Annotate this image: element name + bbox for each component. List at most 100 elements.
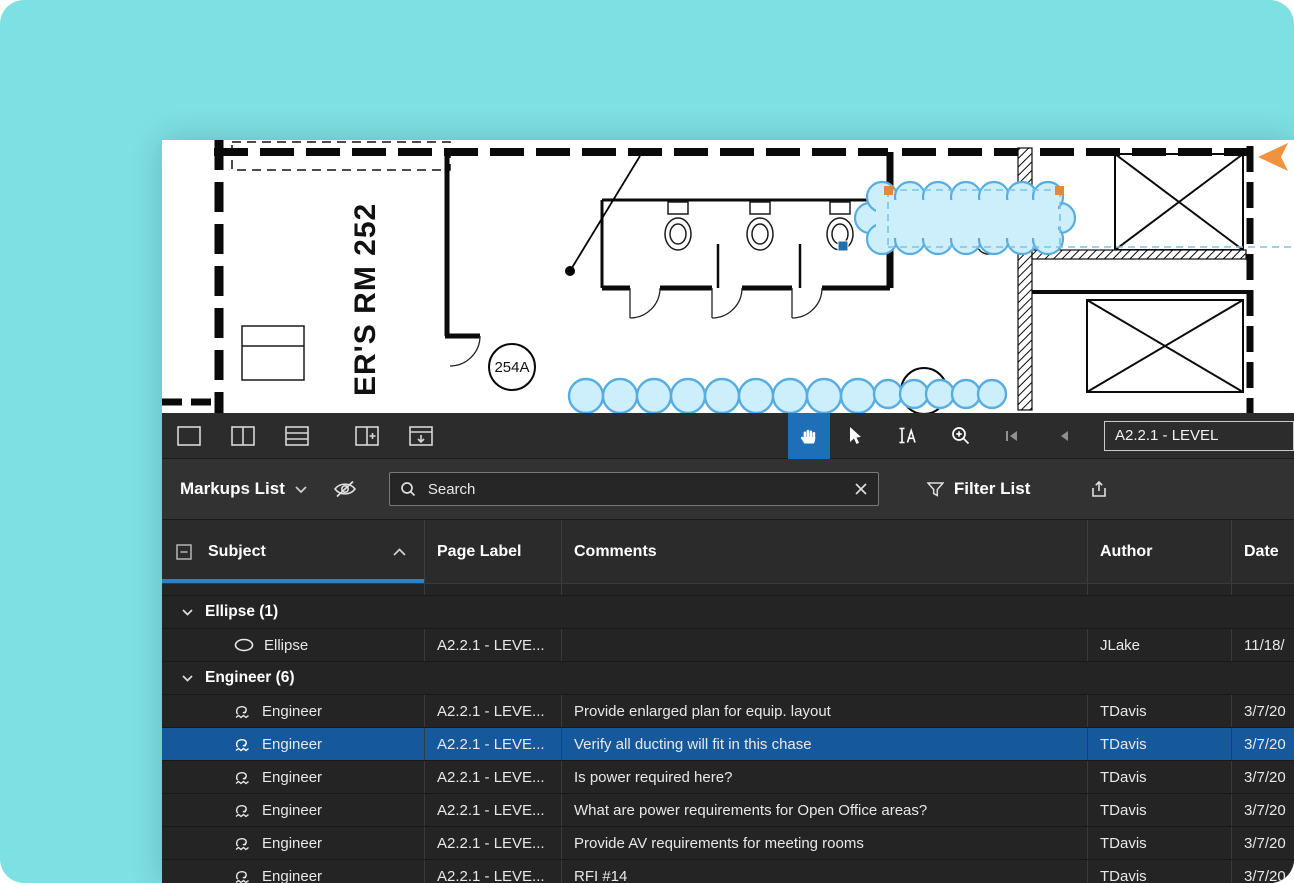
markups-list-title[interactable]: Markups List [180, 479, 285, 499]
author-cell: TDavis [1088, 695, 1232, 727]
column-header-comments[interactable]: Comments [562, 520, 1088, 583]
view-toolbar: A2.2.1 - LEVEL [162, 413, 1294, 459]
partial-scrolled-row [162, 584, 1294, 596]
subject-cell: Engineer [262, 736, 322, 753]
door-tag-text: 254A [494, 359, 529, 376]
first-page-icon[interactable] [986, 413, 1038, 459]
select-text-icon[interactable] [882, 413, 934, 459]
subject-cell: Ellipse [264, 637, 308, 654]
page-label-dropdown[interactable]: A2.2.1 - LEVEL [1104, 421, 1294, 451]
subject-cell: Engineer [262, 703, 322, 720]
column-label: Comments [574, 543, 657, 561]
page-label-cell: A2.2.1 - LEVE... [425, 827, 562, 859]
select-cursor-icon[interactable] [830, 413, 882, 459]
page-label-cell: A2.2.1 - LEVE... [425, 629, 562, 661]
page-label-cell: A2.2.1 - LEVE... [425, 794, 562, 826]
author-cell: TDavis [1088, 827, 1232, 859]
engineer-callout-icon [234, 770, 252, 785]
subject-cell: Engineer [262, 769, 322, 786]
split-horizontal-icon[interactable] [284, 425, 310, 447]
column-label: Page Label [437, 543, 521, 561]
date-cell: 3/7/20 [1232, 695, 1294, 727]
previous-page-icon[interactable] [1038, 413, 1090, 459]
comment-cell: Is power required here? [562, 761, 1088, 793]
date-cell: 3/7/20 [1232, 860, 1294, 883]
engineer-callout-icon [234, 803, 252, 818]
screenshot-canvas: ER'S RM 252 254A [0, 0, 1294, 883]
chevron-down-icon[interactable] [182, 609, 193, 616]
markups-table-header: Subject Page Label Comments Author Date [162, 520, 1294, 584]
engineer-callout-icon [234, 836, 252, 851]
markup-row[interactable]: Ellipse A2.2.1 - LEVE... JLake 11/18/ [162, 629, 1294, 662]
author-cell: JLake [1088, 629, 1232, 661]
date-cell: 3/7/20 [1232, 761, 1294, 793]
date-cell: 11/18/ [1232, 629, 1294, 661]
single-view-icon[interactable] [176, 425, 202, 447]
page-label-text: A2.2.1 - LEVEL [1115, 427, 1218, 444]
collapse-all-checkbox[interactable] [176, 544, 192, 560]
engineer-callout-icon [234, 869, 252, 883]
selection-handle-left[interactable] [884, 186, 893, 195]
column-header-page-label[interactable]: Page Label [425, 520, 562, 583]
column-header-subject[interactable]: Subject [162, 520, 425, 583]
subject-cell: Engineer [262, 835, 322, 852]
date-cell: 3/7/20 [1232, 794, 1294, 826]
search-input[interactable] [426, 480, 854, 499]
plan-background [162, 140, 1294, 413]
page-label-cell: A2.2.1 - LEVE... [425, 728, 562, 760]
markup-row[interactable]: Engineer A2.2.1 - LEVE... Provide enlarg… [162, 695, 1294, 728]
engineer-callout-icon [234, 704, 252, 719]
chevron-down-icon[interactable] [182, 675, 193, 682]
new-split-view-icon[interactable] [354, 425, 380, 447]
column-label: Author [1100, 543, 1152, 561]
floorplan-viewport[interactable]: ER'S RM 252 254A [162, 140, 1294, 413]
export-share-icon[interactable] [1090, 480, 1108, 498]
detach-view-icon[interactable] [408, 425, 434, 447]
search-box [389, 472, 879, 506]
markup-row[interactable]: Engineer A2.2.1 - LEVE... Is power requi… [162, 761, 1294, 794]
split-vertical-icon[interactable] [230, 425, 256, 447]
door-tag-bubble: 254A [489, 344, 535, 390]
filter-list-button[interactable]: Filter List [927, 479, 1031, 499]
sorted-column-underline [162, 579, 424, 583]
markup-row-selected[interactable]: Engineer A2.2.1 - LEVE... Verify all duc… [162, 728, 1294, 761]
author-cell: TDavis [1088, 728, 1232, 760]
page-label-cell: A2.2.1 - LEVE... [425, 860, 562, 883]
column-label: Date [1244, 543, 1279, 561]
search-icon [400, 481, 416, 497]
room-label: ER'S RM 252 [349, 203, 382, 396]
comment-cell: Verify all ducting will fit in this chas… [562, 728, 1088, 760]
sort-ascending-icon[interactable] [393, 548, 406, 556]
column-header-author[interactable]: Author [1088, 520, 1232, 583]
selection-handle-right[interactable] [1055, 186, 1064, 195]
group-row-ellipse[interactable]: Ellipse (1) [162, 596, 1294, 629]
markup-row[interactable]: Engineer A2.2.1 - LEVE... What are power… [162, 794, 1294, 827]
filter-funnel-icon [927, 482, 944, 497]
group-label: Ellipse (1) [205, 603, 278, 621]
subject-cell: Engineer [262, 868, 322, 883]
clear-search-x-icon[interactable] [854, 482, 868, 496]
comment-cell [562, 629, 1088, 661]
hide-markups-eye-slash-icon[interactable] [333, 480, 357, 498]
comment-cell: RFI #14 [562, 860, 1088, 883]
column-label: Subject [208, 543, 266, 561]
comment-cell: Provide enlarged plan for equip. layout [562, 695, 1088, 727]
comment-cell: What are power requirements for Open Off… [562, 794, 1088, 826]
date-cell: 3/7/20 [1232, 827, 1294, 859]
ellipse-markup-icon [234, 638, 254, 652]
subject-cell: Engineer [262, 802, 322, 819]
chevron-down-icon[interactable] [295, 486, 307, 493]
floorplan-canvas[interactable]: ER'S RM 252 254A [162, 140, 1294, 413]
page-label-cell: A2.2.1 - LEVE... [425, 695, 562, 727]
selection-handle-blue[interactable] [838, 241, 848, 251]
author-cell: TDavis [1088, 794, 1232, 826]
engineer-callout-icon [234, 737, 252, 752]
markup-row[interactable]: Engineer A2.2.1 - LEVE... Provide AV req… [162, 827, 1294, 860]
pan-hand-icon[interactable] [788, 413, 830, 459]
column-header-date[interactable]: Date [1232, 520, 1294, 583]
markup-row[interactable]: Engineer A2.2.1 - LEVE... RFI #14 TDavis… [162, 860, 1294, 883]
zoom-icon[interactable] [934, 413, 986, 459]
markups-table-body: Ellipse (1) Ellipse A2.2.1 - LEVE... JLa… [162, 584, 1294, 883]
group-row-engineer[interactable]: Engineer (6) [162, 662, 1294, 695]
markups-list-toolbar: Markups List [162, 459, 1294, 520]
